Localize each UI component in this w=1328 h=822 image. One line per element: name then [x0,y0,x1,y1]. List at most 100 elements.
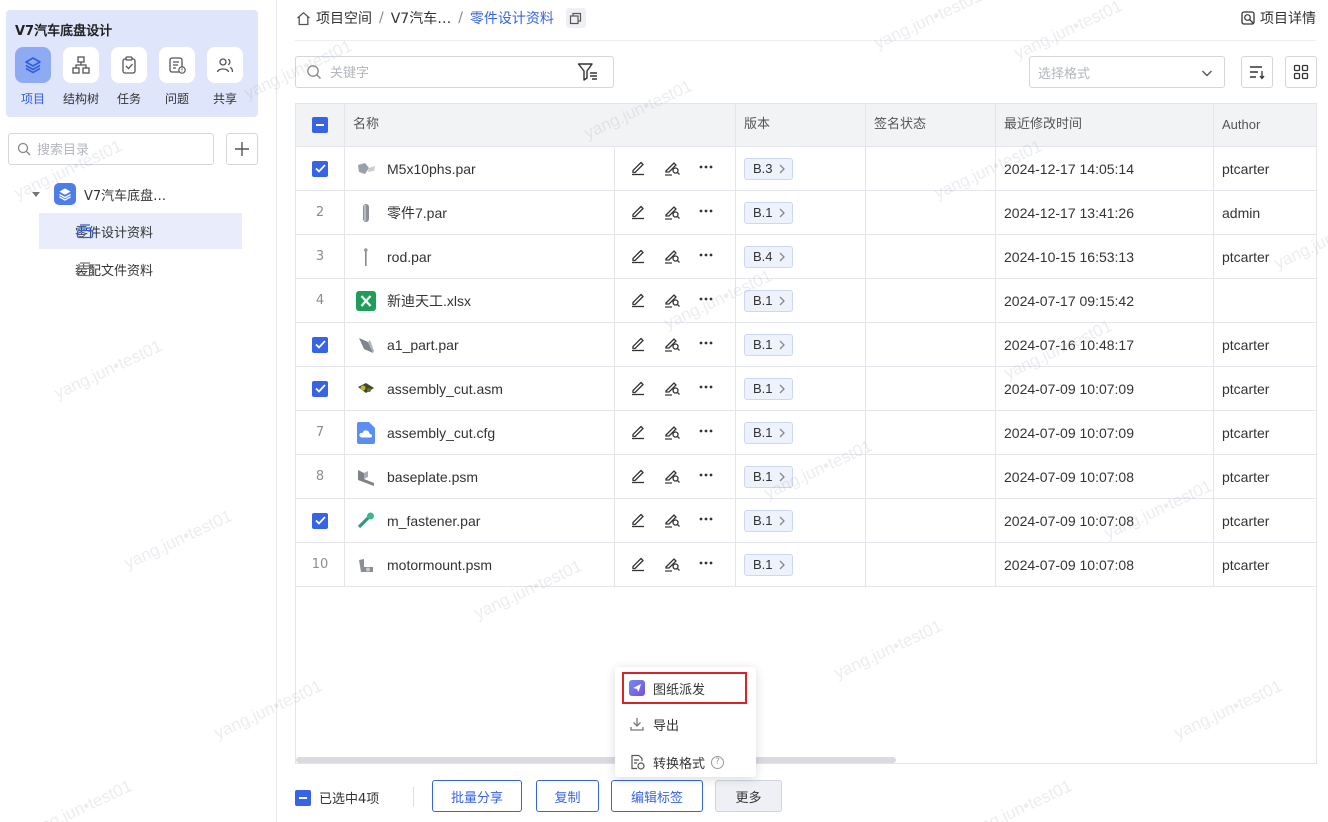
column-header-name[interactable]: 名称 [345,104,736,146]
sort-button[interactable] [1241,56,1273,88]
edit-icon[interactable] [629,466,647,488]
preview-icon[interactable] [663,246,681,268]
version-badge[interactable]: B.1 [744,465,793,488]
selection-indicator[interactable]: 已选中4项 [295,788,379,807]
edit-icon[interactable] [629,334,647,356]
add-directory-button[interactable] [226,133,258,165]
more-actions-icon[interactable] [697,554,715,576]
column-header-author[interactable]: Author [1214,104,1316,146]
edit-tags-button[interactable]: 编辑标签 [611,780,703,812]
edit-icon[interactable] [629,290,647,312]
directory-search-input[interactable] [37,141,197,157]
tree-root-node[interactable]: V7汽车底盘… [30,180,166,208]
version-badge[interactable]: B.1 [744,421,793,444]
file-name-cell[interactable]: 零件7.par [345,191,615,234]
nav-item-issues[interactable]: 问题 [158,47,196,107]
select-all-checkbox[interactable] [296,104,345,146]
row-index[interactable]: 3 [296,235,345,278]
row-index[interactable]: 4 [296,279,345,322]
checkbox-checked-icon[interactable] [312,380,328,397]
column-header-version[interactable]: 版本 [736,104,866,146]
checkbox-checked-icon[interactable] [312,336,328,353]
row-index[interactable]: 7 [296,411,345,454]
file-name[interactable]: assembly_cut.cfg [387,425,495,441]
preview-icon[interactable] [663,510,681,532]
tree-item-assembly-files[interactable]: 装配文件资料 [39,251,242,287]
edit-icon[interactable] [629,158,647,180]
row-index[interactable] [296,499,345,542]
nav-item-structure-tree[interactable]: 结构树 [62,47,100,107]
directory-search[interactable] [8,133,214,165]
copy-button[interactable]: 复制 [536,780,599,812]
filter-icon[interactable] [577,62,599,86]
table-row[interactable]: 8 baseplate.psm B.1 2024-07-09 10:07:08 ptca… [296,455,1316,499]
file-name-cell[interactable]: m_fastener.par [345,499,615,542]
table-row[interactable]: M5x10phs.par B.3 2024-12-17 14:05:14 ptcart… [296,147,1316,191]
more-actions-icon[interactable] [697,246,715,268]
nav-item-tasks[interactable]: 任务 [110,47,148,107]
preview-icon[interactable] [663,378,681,400]
table-row[interactable]: 2 零件7.par B.1 2024-12-17 13:41:26 admin [296,191,1316,235]
more-actions-icon[interactable] [697,202,715,224]
file-name-cell[interactable]: a1_part.par [345,323,615,366]
horizontal-scrollbar[interactable] [296,757,896,763]
edit-icon[interactable] [629,554,647,576]
file-name[interactable]: m_fastener.par [387,513,480,529]
file-name[interactable]: motormount.psm [387,557,492,573]
table-row[interactable]: 7 assembly_cut.cfg B.1 2024-07-09 10:07:09 p… [296,411,1316,455]
preview-icon[interactable] [663,334,681,356]
project-detail-link[interactable]: 项目详情 [1241,8,1316,28]
table-row[interactable]: 3 rod.par B.4 2024-10-15 16:53:13 ptcarter [296,235,1316,279]
copy-icon[interactable] [565,8,586,28]
version-badge[interactable]: B.4 [744,245,793,268]
tree-item-part-design[interactable]: 零件设计资料 [39,213,242,249]
table-row[interactable]: 4 新迪天工.xlsx B.1 2024-07-17 09:15:42 [296,279,1316,323]
version-badge[interactable]: B.1 [744,509,793,532]
file-name[interactable]: baseplate.psm [387,469,478,485]
edit-icon[interactable] [629,422,647,444]
column-header-signature[interactable]: 签名状态 [866,104,996,146]
more-button[interactable]: 更多 [715,780,782,812]
more-actions-icon[interactable] [697,290,715,312]
table-row[interactable]: 10 motormount.psm B.1 2024-07-09 10:07:08 pt… [296,543,1316,587]
checkbox-checked-icon[interactable] [312,160,328,177]
version-badge[interactable]: B.1 [744,289,793,312]
file-name[interactable]: rod.par [387,249,431,265]
version-badge[interactable]: B.1 [744,201,793,224]
checkbox-checked-icon[interactable] [312,512,328,529]
more-actions-icon[interactable] [697,510,715,532]
preview-icon[interactable] [663,290,681,312]
preview-icon[interactable] [663,158,681,180]
more-actions-icon[interactable] [697,378,715,400]
file-name[interactable]: a1_part.par [387,337,459,353]
edit-icon[interactable] [629,510,647,532]
row-index[interactable]: 2 [296,191,345,234]
format-select[interactable]: 选择格式 [1029,56,1225,88]
file-name[interactable]: 零件7.par [387,203,447,223]
table-row[interactable]: assembly_cut.asm B.1 2024-07-09 10:07:09 pt… [296,367,1316,411]
file-name-cell[interactable]: M5x10phs.par [345,147,615,190]
preview-icon[interactable] [663,554,681,576]
breadcrumb-project[interactable]: V7汽车… [391,8,451,28]
keyword-search-input[interactable] [330,64,560,80]
table-row[interactable]: m_fastener.par B.1 2024-07-09 10:07:08 ptca… [296,499,1316,543]
row-index[interactable]: 8 [296,455,345,498]
file-name-cell[interactable]: 新迪天工.xlsx [345,279,615,322]
keyword-search[interactable] [295,56,614,88]
breadcrumb-home[interactable]: 项目空间 [316,8,372,28]
edit-icon[interactable] [629,378,647,400]
row-index[interactable] [296,147,345,190]
row-index[interactable]: 10 [296,543,345,586]
preview-icon[interactable] [663,202,681,224]
version-badge[interactable]: B.1 [744,377,793,400]
batch-share-button[interactable]: 批量分享 [432,780,522,812]
file-name[interactable]: 新迪天工.xlsx [387,291,471,311]
more-actions-icon[interactable] [697,422,715,444]
nav-item-project[interactable]: 项目 [14,47,52,107]
file-name-cell[interactable]: motormount.psm [345,543,615,586]
file-name-cell[interactable]: baseplate.psm [345,455,615,498]
version-badge[interactable]: B.1 [744,333,793,356]
edit-icon[interactable] [629,202,647,224]
nav-item-share[interactable]: 共享 [206,47,244,107]
menu-item-drawing-dispatch[interactable]: 图纸派发 [629,673,705,703]
